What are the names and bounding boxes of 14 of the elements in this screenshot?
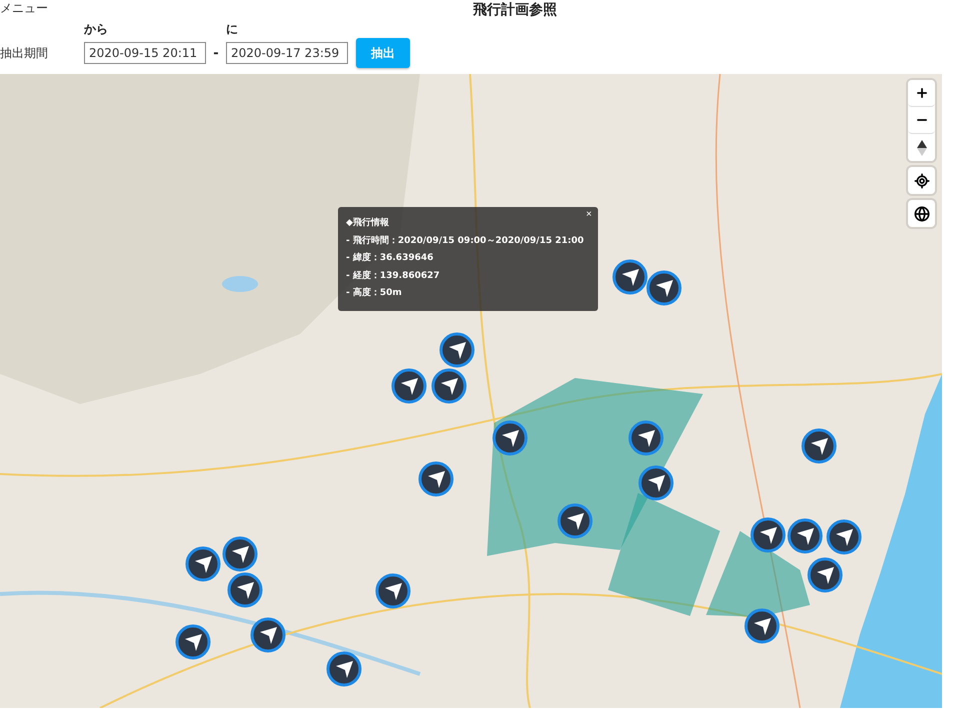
- from-date-field[interactable]: 2020-09-15 20:11: [84, 42, 206, 64]
- to-label: に: [226, 20, 239, 38]
- range-separator: -: [212, 46, 220, 60]
- menu-link[interactable]: メニュー: [0, 0, 48, 17]
- popup-title: ◆飛行情報: [346, 216, 390, 230]
- popup-info-line: - 高度：50m: [346, 286, 403, 300]
- close-button[interactable]: ×: [584, 209, 594, 220]
- period-label: 抽出期間: [0, 44, 49, 62]
- popup-info-line: - 飛行時間：2020/09/15 09:00～2020/09/15 21:00: [346, 234, 584, 248]
- popup-info-line: - 経度：139.860627: [346, 269, 441, 282]
- page-title: 飛行計画参照: [472, 1, 557, 20]
- to-date-field[interactable]: 2020-09-17 23:59: [226, 42, 348, 64]
- from-label: から: [84, 20, 109, 38]
- popup-info-line: - 緯度：36.639646: [346, 251, 434, 265]
